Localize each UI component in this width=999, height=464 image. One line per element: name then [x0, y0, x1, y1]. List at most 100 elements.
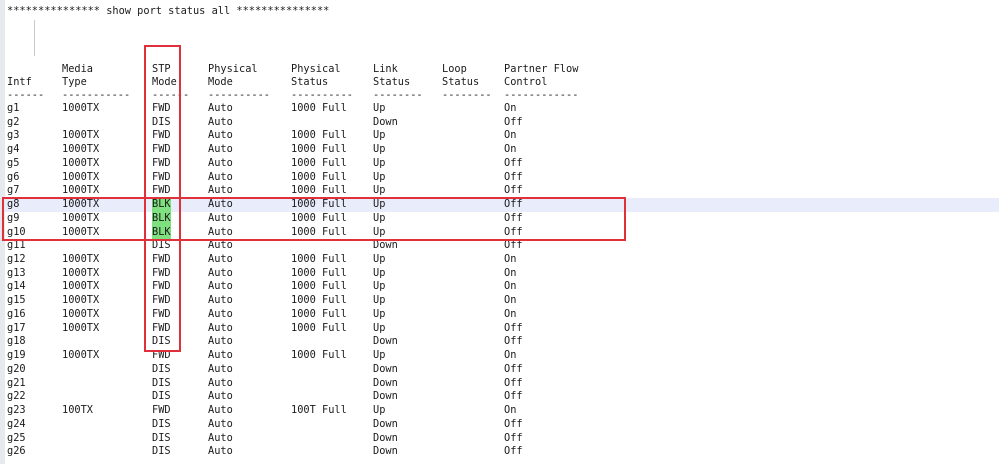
cell-flow: Off: [504, 171, 523, 183]
cell-stp: DIS: [152, 377, 171, 389]
cell-stp: FWD: [152, 129, 171, 141]
cell-flow: On: [504, 129, 517, 141]
cell-link: Up: [373, 184, 386, 196]
cell-phys_mode: Auto: [208, 253, 233, 265]
cell-phys_mode: Auto: [208, 116, 233, 128]
cell-intf: g4: [7, 143, 20, 155]
cell-flow: On: [504, 294, 517, 306]
cell-flow: On: [504, 267, 517, 279]
header-phys_mode-line1: Physical: [208, 63, 258, 75]
cell-intf: g21: [7, 377, 26, 389]
cell-intf: g12: [7, 253, 26, 265]
cell-phys_mode: Auto: [208, 432, 233, 444]
cell-intf: g1: [7, 102, 20, 114]
cell-phys_status: 1000 Full: [291, 171, 347, 183]
cell-stp: DIS: [152, 445, 171, 457]
cell-media: 1000TX: [62, 184, 100, 196]
cell-stp: FWD: [152, 184, 171, 196]
cell-intf: g18: [7, 335, 26, 347]
cell-intf: g22: [7, 390, 26, 402]
cell-stp: FWD: [152, 280, 171, 292]
header-media-line2: Type: [62, 76, 87, 88]
cell-link: Up: [373, 212, 386, 224]
header-phys_mode-line2: Mode: [208, 76, 233, 88]
cell-phys_status: 1000 Full: [291, 308, 347, 320]
header-flow-line2: Control: [504, 76, 548, 88]
cell-link: Up: [373, 171, 386, 183]
cell-phys_mode: Auto: [208, 404, 233, 416]
cell-intf: g3: [7, 129, 20, 141]
cell-flow: Off: [504, 432, 523, 444]
cell-phys_status: 1000 Full: [291, 226, 347, 238]
header-stp-separator: ------: [152, 89, 190, 101]
cell-intf: g2: [7, 116, 20, 128]
cell-link: Up: [373, 294, 386, 306]
cell-link: Up: [373, 253, 386, 265]
cell-link: Down: [373, 432, 398, 444]
cell-link: Up: [373, 143, 386, 155]
cell-phys_mode: Auto: [208, 349, 233, 361]
cell-media: 1000TX: [62, 349, 100, 361]
cell-phys_mode: Auto: [208, 267, 233, 279]
cell-stp: FWD: [152, 157, 171, 169]
cell-intf: g9: [7, 212, 20, 224]
cell-intf: g19: [7, 349, 26, 361]
cell-stp: FWD: [152, 171, 171, 183]
cell-phys_mode: Auto: [208, 171, 233, 183]
cell-flow: Off: [504, 212, 523, 224]
cell-media: 1000TX: [62, 294, 100, 306]
cell-stp: BLK: [152, 212, 171, 226]
cell-link: Up: [373, 322, 386, 334]
cell-link: Down: [373, 445, 398, 457]
cell-phys_mode: Auto: [208, 308, 233, 320]
cell-flow: Off: [504, 390, 523, 402]
cell-media: 1000TX: [62, 129, 100, 141]
cell-link: Up: [373, 404, 386, 416]
cell-phys_status: 1000 Full: [291, 143, 347, 155]
cell-link: Up: [373, 226, 386, 238]
cell-media: 1000TX: [62, 212, 100, 224]
cell-link: Up: [373, 102, 386, 114]
cell-media: 1000TX: [62, 171, 100, 183]
cell-stp: DIS: [152, 239, 171, 251]
cell-intf: g14: [7, 280, 26, 292]
header-loop-line1: Loop: [442, 63, 467, 75]
cell-flow: Off: [504, 226, 523, 238]
cell-phys_mode: Auto: [208, 226, 233, 238]
cell-phys_status: 1000 Full: [291, 294, 347, 306]
cell-link: Down: [373, 390, 398, 402]
cell-flow: Off: [504, 239, 523, 251]
cell-intf: g16: [7, 308, 26, 320]
cell-intf: g11: [7, 239, 26, 251]
cell-link: Up: [373, 308, 386, 320]
cell-flow: On: [504, 349, 517, 361]
cell-intf: g13: [7, 267, 26, 279]
cell-flow: Off: [504, 184, 523, 196]
cell-link: Up: [373, 267, 386, 279]
indent-guide: [34, 20, 35, 56]
cell-link: Up: [373, 129, 386, 141]
cell-flow: Off: [504, 322, 523, 334]
cell-flow: Off: [504, 157, 523, 169]
cell-media: 100TX: [62, 404, 93, 416]
cell-flow: On: [504, 404, 517, 416]
cell-link: Up: [373, 280, 386, 292]
cell-media: 1000TX: [62, 157, 100, 169]
cell-flow: Off: [504, 418, 523, 430]
cell-stp: DIS: [152, 335, 171, 347]
cell-intf: g7: [7, 184, 20, 196]
header-phys_status-separator: ----------: [291, 89, 353, 101]
cell-phys_status: 1000 Full: [291, 280, 347, 292]
cell-media: 1000TX: [62, 280, 100, 292]
cell-phys_mode: Auto: [208, 239, 233, 251]
cell-intf: g25: [7, 432, 26, 444]
cell-link: Down: [373, 363, 398, 375]
header-media-separator: -----------: [62, 89, 131, 101]
cell-flow: Off: [504, 335, 523, 347]
cell-flow: On: [504, 253, 517, 265]
cell-flow: Off: [504, 377, 523, 389]
header-loop-line2: Status: [442, 76, 480, 88]
cell-stp: FWD: [152, 404, 171, 416]
cell-intf: g17: [7, 322, 26, 334]
cell-phys_mode: Auto: [208, 445, 233, 457]
